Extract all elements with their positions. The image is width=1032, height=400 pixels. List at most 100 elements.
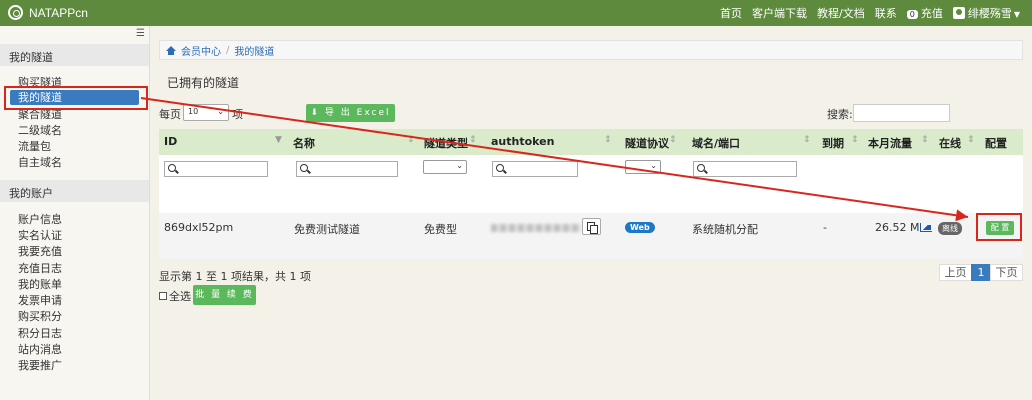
search-icon — [697, 164, 705, 172]
sidebar-item-traffic-pack[interactable]: 流量包 — [18, 139, 51, 154]
breadcrumb-my-tunnels[interactable]: 我的隧道 — [234, 43, 274, 58]
traffic-chart-icon[interactable] — [920, 223, 932, 232]
sidebar-section-tunnels[interactable]: 我的隧道 — [0, 44, 149, 66]
breadcrumb-member-center[interactable]: 会员中心 — [181, 43, 221, 58]
sort-icon[interactable]: ⇕ — [851, 135, 859, 145]
recharge-link[interactable]: 0 充值 — [906, 5, 943, 21]
pagination-next[interactable]: 下页 — [990, 264, 1023, 281]
annotation-highlight-sidebar — [4, 86, 148, 110]
col-header-expire[interactable]: 到期 — [822, 135, 844, 151]
sort-icon[interactable]: ⇕ — [669, 135, 677, 145]
sidebar-item-bills[interactable]: 我的账单 — [18, 277, 62, 292]
filter-domain-input[interactable] — [693, 161, 797, 177]
filter-type-select[interactable]: ⌄ — [423, 160, 467, 174]
online-status-badge: 离线 — [938, 222, 962, 235]
sidebar-item-buy-points[interactable]: 购买积分 — [18, 309, 62, 324]
chevron-down-icon: ⌄ — [456, 161, 463, 170]
sidebar-section-account[interactable]: 我的账户 — [0, 180, 149, 202]
copy-icon[interactable] — [582, 218, 601, 235]
col-header-domain[interactable]: 域名/端口 — [692, 135, 740, 151]
annotation-highlight-config — [976, 213, 1022, 241]
per-page-suffix: 项 — [232, 108, 243, 121]
brand-name: NATAPPcn — [29, 5, 88, 20]
cell-domain: 系统随机分配 — [692, 223, 758, 236]
select-all-label: 全选 — [169, 290, 191, 303]
pagination-prev[interactable]: 上页 — [939, 264, 972, 281]
chevron-down-icon: ⌄ — [217, 107, 224, 116]
batch-renew-button[interactable]: 批 量 续 费 — [193, 285, 256, 305]
sort-icon[interactable]: ⇕ — [921, 135, 929, 145]
per-page-label: 每页 — [159, 108, 181, 121]
download-icon: ⬇ — [310, 108, 325, 118]
protocol-badge: Web — [625, 222, 655, 233]
top-nav: 首页 客户端下载 教程/文档 联系 0 充值 绯樱殇雪 ▼ — [720, 0, 1020, 26]
per-page-value: 10 — [188, 107, 199, 116]
sidebar-item-custom-domain[interactable]: 自主域名 — [18, 155, 62, 170]
cell-expire: - — [823, 221, 827, 234]
col-header-config: 配置 — [985, 137, 1007, 150]
select-all[interactable]: 全选 — [159, 288, 191, 304]
sidebar-item-referral[interactable]: 我要推广 — [18, 358, 62, 373]
sidebar-item-points-log[interactable]: 积分日志 — [18, 326, 62, 341]
sidebar: ☰ 我的隧道 购买隧道 我的隧道 聚合隧道 二级域名 流量包 自主域名 我的账户… — [0, 26, 150, 400]
col-header-traffic[interactable]: 本月流量 — [868, 135, 912, 151]
col-header-online[interactable]: 在线 — [939, 135, 961, 151]
top-navbar: NATAPPcn 首页 客户端下载 教程/文档 联系 0 充值 绯樱殇雪 ▼ — [0, 0, 1032, 26]
authtoken-redacted — [491, 224, 581, 232]
table-row: 869dxl52pm 免费测试隧道 免费型 Web 系统随机分配 - 26.52… — [159, 213, 1023, 259]
table-info: 显示第 1 至 1 项结果，共 1 项 — [159, 270, 311, 283]
sidebar-item-recharge-log[interactable]: 充值日志 — [18, 261, 62, 276]
sidebar-item-invoice[interactable]: 发票申请 — [18, 293, 62, 308]
filter-id-input[interactable] — [164, 161, 268, 177]
home-icon[interactable] — [166, 45, 176, 55]
search-input[interactable] — [853, 104, 950, 122]
sidebar-item-recharge[interactable]: 我要充值 — [18, 244, 62, 259]
filter-authtoken-input[interactable] — [492, 161, 578, 177]
export-excel-button[interactable]: ⬇ 导 出 Excel — [306, 104, 395, 122]
sort-icon[interactable]: ⇕ — [967, 135, 975, 145]
sidebar-item-subdomain[interactable]: 二级域名 — [18, 123, 62, 138]
cell-id: 869dxl52pm — [164, 221, 234, 234]
sort-icon[interactable]: ⇕ — [803, 135, 811, 145]
chevron-down-icon: ⌄ — [650, 161, 657, 170]
nav-contact[interactable]: 联系 — [875, 5, 897, 21]
cell-type: 免费型 — [424, 223, 457, 236]
user-icon — [952, 7, 965, 19]
page-title: 已拥有的隧道 — [167, 76, 240, 90]
sort-icon[interactable]: ⇕ — [604, 135, 612, 145]
nav-home[interactable]: 首页 — [720, 5, 742, 21]
sort-desc-icon[interactable]: ▼ — [275, 135, 282, 145]
col-header-protocol[interactable]: 隧道协议 — [625, 135, 669, 151]
col-header-type[interactable]: 隧道类型 — [424, 135, 468, 151]
sidebar-item-account-info[interactable]: 账户信息 — [18, 212, 62, 227]
username: 绯樱殇雪 — [967, 7, 1012, 20]
table-filter-row: ⌄ ⌄ — [159, 155, 1023, 213]
nav-client-download[interactable]: 客户端下载 — [752, 5, 807, 21]
sidebar-collapse-icon[interactable]: ☰ — [136, 28, 145, 39]
col-header-name[interactable]: 名称 — [293, 135, 315, 151]
sort-icon[interactable]: ⇕ — [407, 135, 415, 145]
col-header-id[interactable]: ID — [164, 135, 177, 148]
cell-name: 免费测试隧道 — [294, 223, 360, 236]
recharge-label: 充值 — [920, 7, 943, 20]
table-header: ID ▼ 名称 ⇕ 隧道类型 ⇕ authtoken ⇕ 隧道协议 ⇕ 域名/端… — [159, 129, 1023, 155]
user-menu[interactable]: 绯樱殇雪 ▼ — [952, 5, 1020, 21]
sidebar-item-messages[interactable]: 站内消息 — [18, 342, 62, 357]
per-page-select[interactable]: 10 ⌄ — [183, 104, 229, 121]
brand[interactable]: NATAPPcn — [8, 5, 88, 20]
brand-logo-icon — [8, 5, 23, 20]
search-label: 搜索: — [827, 108, 853, 121]
sort-icon[interactable]: ⇕ — [469, 135, 477, 145]
balance-badge: 0 — [906, 10, 918, 19]
nav-docs[interactable]: 教程/文档 — [817, 5, 865, 21]
filter-protocol-select[interactable]: ⌄ — [625, 160, 661, 174]
sidebar-item-verification[interactable]: 实名认证 — [18, 228, 62, 243]
search-icon — [300, 164, 308, 172]
caret-down-icon: ▼ — [1013, 10, 1020, 19]
select-all-checkbox[interactable] — [159, 292, 167, 300]
col-header-authtoken[interactable]: authtoken — [491, 135, 554, 148]
filter-name-input[interactable] — [296, 161, 398, 177]
search-icon — [496, 164, 504, 172]
cell-traffic: 26.52 M — [875, 221, 920, 234]
pagination-page-1[interactable]: 1 — [971, 264, 991, 281]
